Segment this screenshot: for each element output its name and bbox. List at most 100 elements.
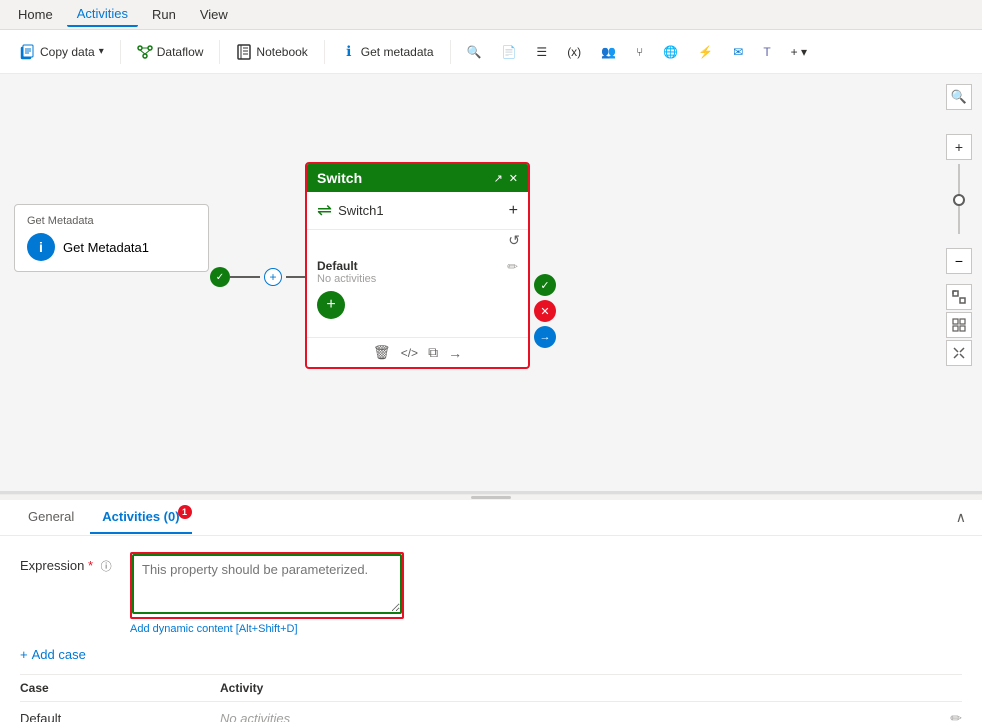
copy-data-button[interactable]: Copy data ▾	[12, 40, 112, 64]
switch-delete-icon[interactable]: 🗑	[373, 344, 391, 361]
canvas-search-button[interactable]: 🔍	[946, 84, 972, 110]
switch-name-text: Switch1	[338, 203, 384, 218]
expression-info-icon[interactable]: ⓘ	[101, 561, 112, 573]
case-table-header: Case Activity	[20, 675, 962, 702]
expression-required-mark: *	[88, 558, 93, 573]
get-metadata-box: Get Metadata i Get Metadata1	[14, 204, 209, 272]
add-case-row[interactable]: + Add case	[20, 647, 962, 662]
switch-collapse-icon[interactable]: ✕	[509, 172, 518, 185]
menu-view[interactable]: View	[190, 3, 238, 26]
people-icon: 👥	[601, 45, 616, 59]
menu-run[interactable]: Run	[142, 3, 186, 26]
undo-row: ↺	[307, 230, 528, 251]
zoom-track	[958, 164, 960, 234]
bottom-panel-collapse-button[interactable]: ∧	[956, 509, 966, 526]
switch-header: Switch ↗ ✕	[307, 164, 528, 192]
dataflow-icon	[137, 44, 153, 60]
switch-header-icons: ↗ ✕	[494, 172, 518, 185]
add-case-label: Add case	[32, 647, 86, 662]
people-icon-button[interactable]: 👥	[593, 41, 624, 63]
zoom-thumb	[953, 194, 965, 206]
globe-icon-button[interactable]: 🌐	[655, 41, 686, 63]
side-success-icon: ✓	[534, 274, 556, 296]
zoom-out-button[interactable]: −	[946, 248, 972, 274]
switch-navigate-icon[interactable]: →	[448, 345, 462, 361]
activities-badge: 1	[178, 505, 192, 519]
copy-data-dropdown-icon: ▾	[99, 46, 104, 57]
page-icon: 📄	[501, 45, 516, 59]
menu-bar: Home Activities Run View	[0, 0, 982, 30]
branch-icon-button[interactable]: ⑂	[628, 41, 651, 63]
zoom-in-button[interactable]: +	[946, 134, 972, 160]
bottom-content: Expression * ⓘ Add dynamic content [Alt+…	[0, 536, 982, 722]
zoom-slider[interactable]	[958, 164, 960, 244]
case-default-edit-icon[interactable]: ✏	[950, 710, 962, 722]
toolbar-sep-4	[450, 40, 451, 64]
menu-home[interactable]: Home	[8, 3, 63, 26]
search-toolbar-button[interactable]: 🔍	[459, 41, 490, 63]
zoom-fit-button[interactable]	[946, 284, 972, 310]
get-metadata-title: Get Metadata	[27, 215, 196, 227]
expression-textarea[interactable]	[132, 554, 402, 614]
activity-col-header: Activity	[220, 681, 962, 695]
zoom-collapse-button[interactable]	[946, 340, 972, 366]
switch-code-icon[interactable]: </>	[401, 346, 418, 360]
get-metadata-toolbar-button[interactable]: ℹ Get metadata	[333, 40, 442, 64]
switch-copy-icon[interactable]: ⧉	[428, 344, 438, 361]
bottom-panel: General Activities (0) 1 ∧ Expression * …	[0, 500, 982, 722]
side-arrow-icon: →	[534, 326, 556, 348]
page-icon-button[interactable]: 📄	[493, 41, 524, 63]
default-edit-icon[interactable]: ✏	[507, 259, 518, 275]
tab-activities[interactable]: Activities (0) 1	[90, 501, 191, 534]
switch-title: Switch	[317, 170, 362, 186]
tab-general[interactable]: General	[16, 501, 86, 534]
expression-label-text: Expression	[20, 558, 84, 573]
add-more-button[interactable]: + ▾	[783, 41, 815, 63]
default-add-activity-button[interactable]: +	[317, 291, 345, 319]
connector-line	[230, 276, 260, 278]
get-metadata-activity-name: Get Metadata1	[63, 240, 149, 255]
outlook-icon-button[interactable]: ✉	[725, 41, 751, 63]
default-label: Default	[317, 259, 518, 273]
spark-icon-button[interactable]: ⚡	[690, 41, 721, 63]
table-row: Default No activities ✏	[20, 702, 962, 722]
side-icons-panel: ✓ ✕ →	[534, 274, 556, 348]
teams-icon-button[interactable]: T	[755, 41, 778, 63]
drag-handle-bar	[471, 496, 511, 499]
get-metadata-content: i Get Metadata1	[27, 233, 196, 261]
expression-label: Expression * ⓘ	[20, 552, 130, 574]
get-metadata-activity-icon: i	[27, 233, 55, 261]
list-icon: ☰	[536, 45, 547, 59]
toolbar-sep-1	[120, 40, 121, 64]
expression-icon: (x)	[567, 45, 581, 59]
canvas-area: 🔍 Get Metadata i Get Metadata1 ✓ + Swi	[0, 74, 982, 494]
case-default-activity: No activities	[220, 711, 950, 722]
undo-icon[interactable]: ↺	[508, 232, 520, 249]
case-table: Case Activity Default No activities ✏	[20, 674, 962, 722]
zoom-collapse-icon	[952, 346, 966, 360]
get-metadata-label: Get metadata	[361, 45, 434, 59]
notebook-icon	[236, 44, 252, 60]
list-icon-button[interactable]: ☰	[528, 41, 555, 63]
expression-wrapper	[130, 552, 404, 619]
main-layout: 🔍 Get Metadata i Get Metadata1 ✓ + Swi	[0, 74, 982, 722]
canvas-search-icon: 🔍	[951, 89, 967, 105]
zoom-grid-button[interactable]	[946, 312, 972, 338]
switch-add-case-icon[interactable]: +	[509, 202, 518, 220]
get-metadata-icon: ℹ	[341, 44, 357, 60]
switch-expand-icon[interactable]: ↗	[494, 172, 503, 185]
add-more-icon: + ▾	[791, 45, 807, 59]
default-sub-label: No activities	[317, 273, 518, 285]
dataflow-button[interactable]: Dataflow	[129, 40, 212, 64]
switch-name-row: ⇌ Switch1 +	[307, 192, 528, 230]
branch-icon: ⑂	[636, 45, 643, 59]
expression-dynamic-content-hint[interactable]: Add dynamic content [Alt+Shift+D]	[130, 623, 404, 635]
connector-add-button[interactable]: +	[264, 268, 282, 286]
expression-icon-button[interactable]: (x)	[559, 41, 589, 63]
toolbar: Copy data ▾ Dataflow	[0, 30, 982, 74]
spark-icon: ⚡	[698, 45, 713, 59]
notebook-button[interactable]: Notebook	[228, 40, 315, 64]
toolbar-sep-3	[324, 40, 325, 64]
zoom-controls: + −	[946, 134, 972, 366]
menu-activities[interactable]: Activities	[67, 2, 138, 27]
